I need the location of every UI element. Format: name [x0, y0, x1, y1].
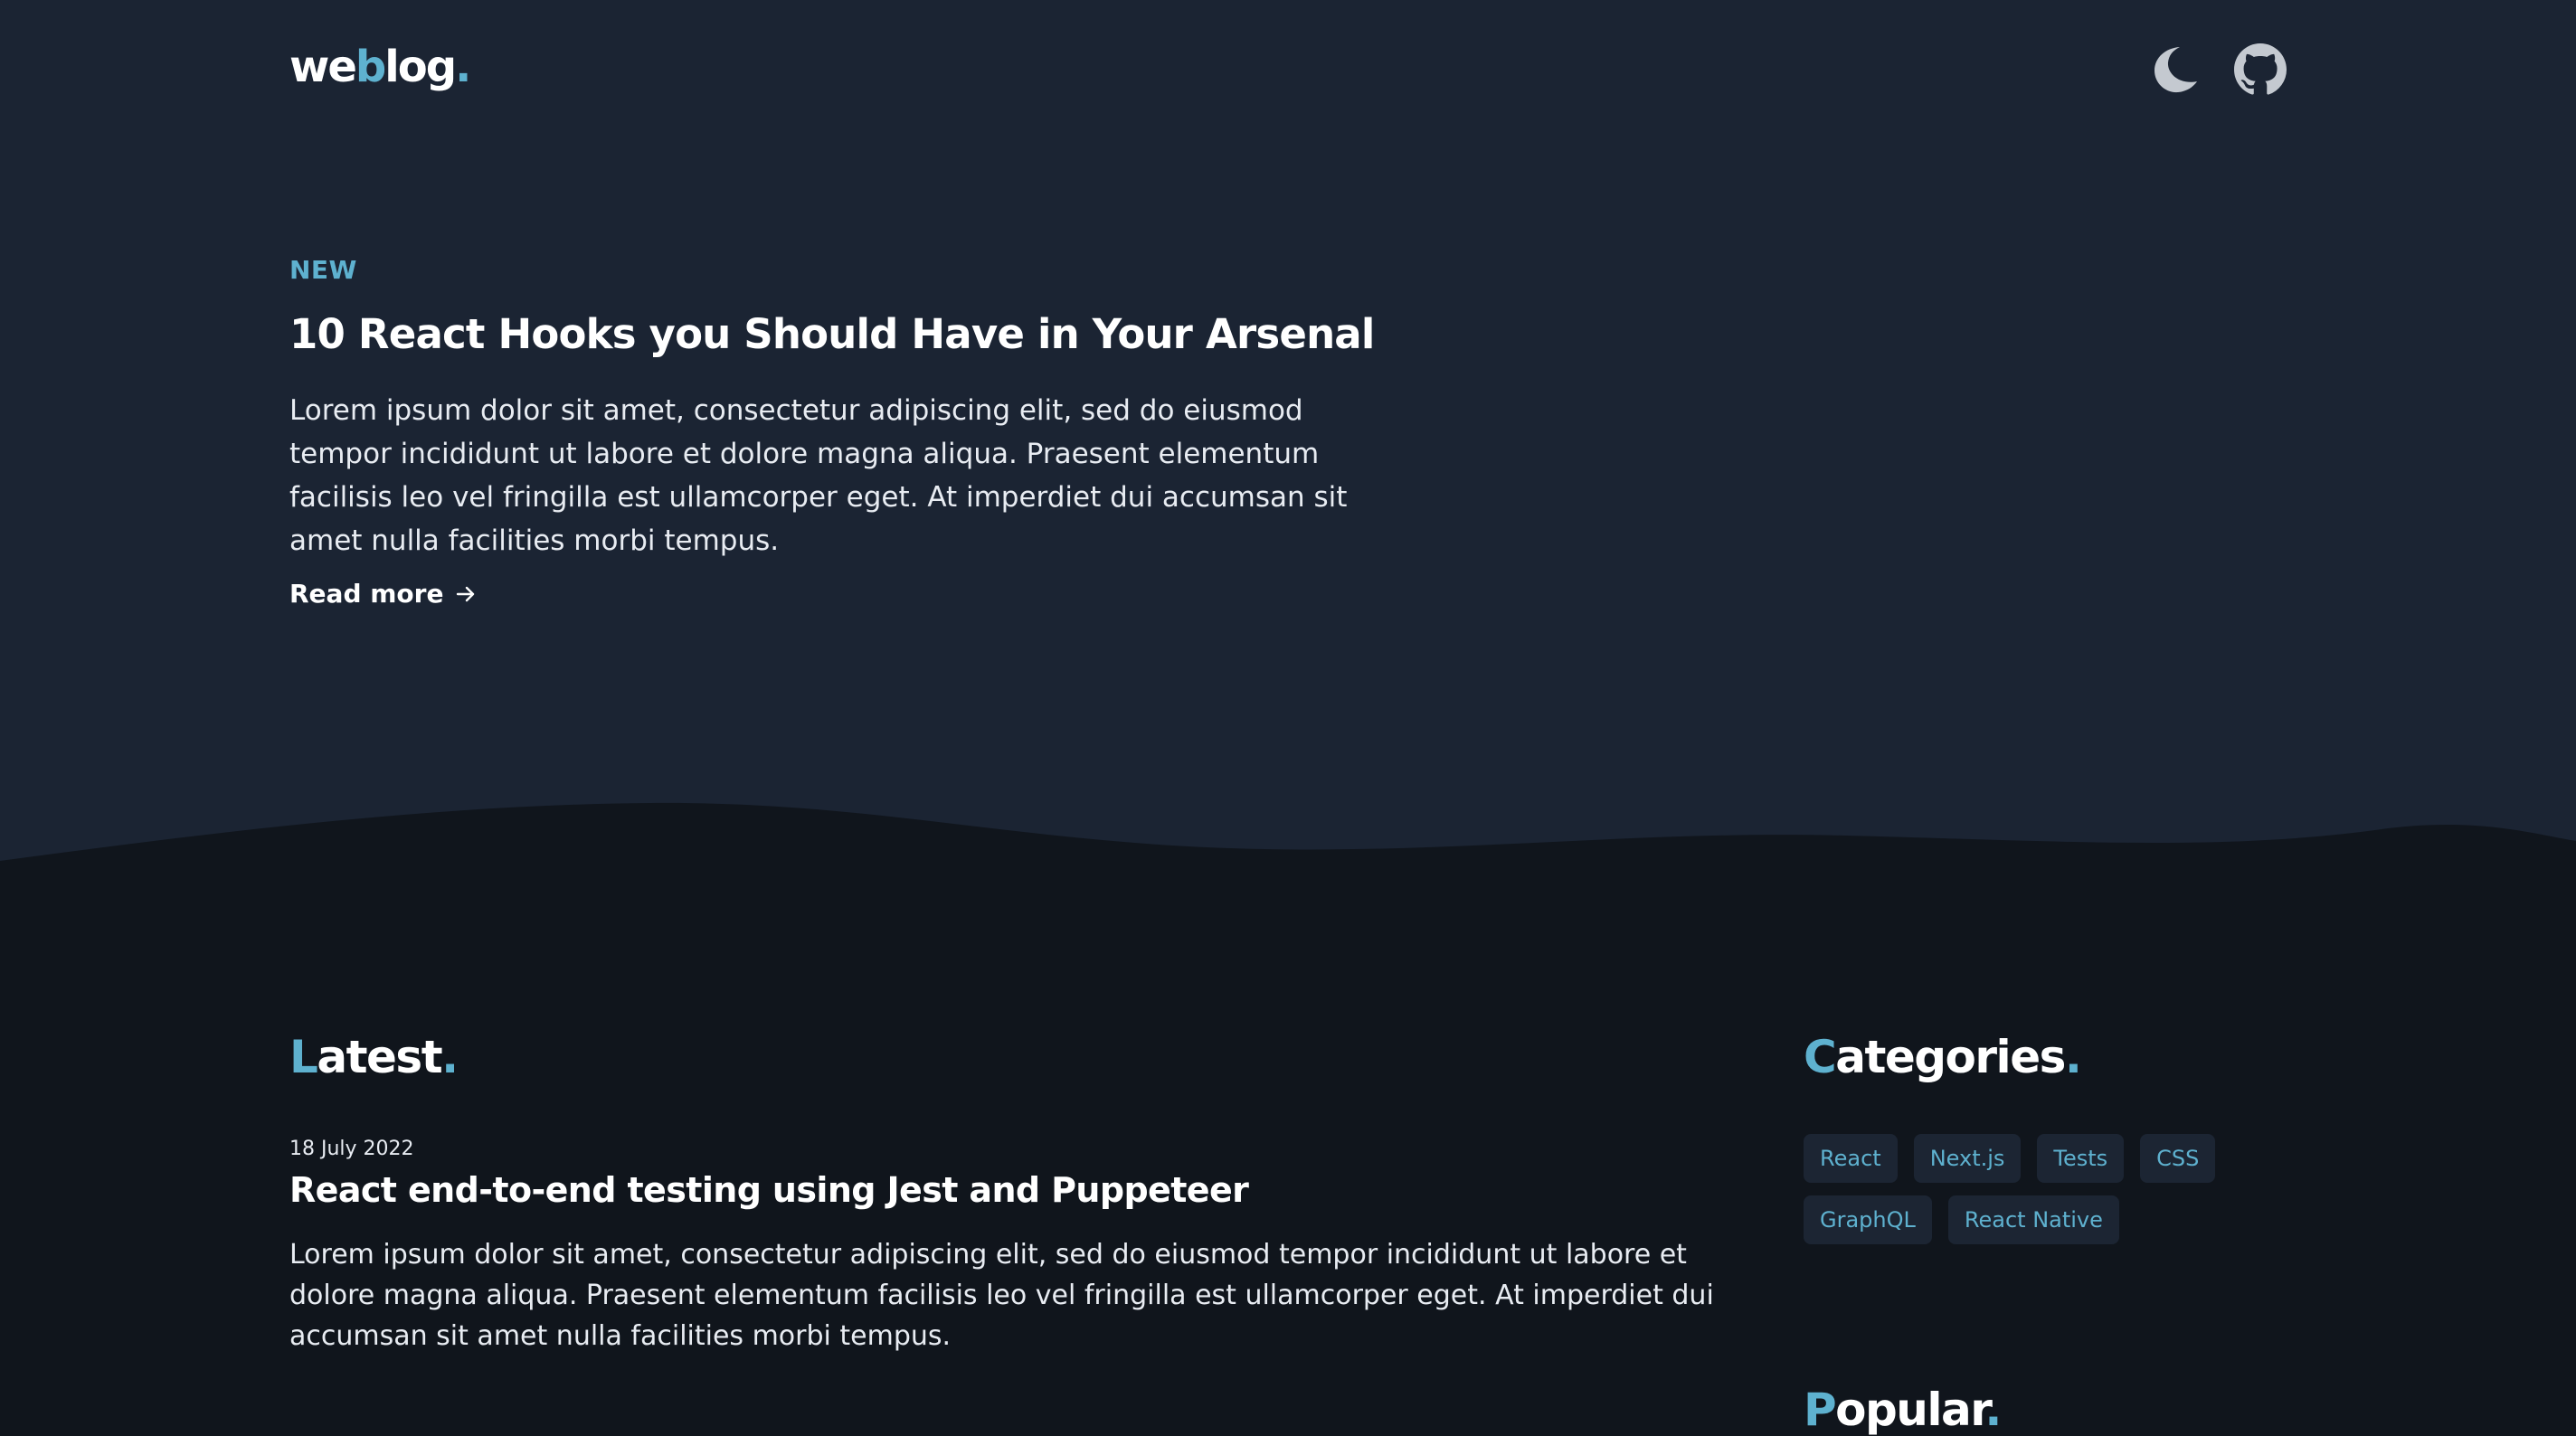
tag-react[interactable]: React [1804, 1134, 1898, 1183]
popular-heading-rest: opular [1835, 1384, 1986, 1436]
read-more-link[interactable]: Read more [289, 579, 476, 609]
post-excerpt: Lorem ipsum dolor sit amet, consectetur … [289, 1239, 1714, 1352]
github-icon [2234, 43, 2287, 95]
tag-graphql[interactable]: GraphQL [1804, 1195, 1932, 1244]
logo-text-we: we [289, 42, 357, 92]
featured-post-title[interactable]: 10 React Hooks you Should Have in Your A… [289, 307, 1420, 362]
categories-section: Categories. React Next.js Tests CSS Grap… [1804, 1031, 2292, 1244]
header-actions [2149, 43, 2287, 96]
post-date: 18 July 2022 [289, 1138, 414, 1160]
latest-heading-dot: . [441, 1031, 459, 1083]
featured-post-excerpt: Lorem ipsum dolor sit amet, consectetur … [289, 394, 1348, 557]
categories-heading-initial: C [1804, 1031, 1837, 1083]
moon-icon [2155, 47, 2197, 93]
popular-section: Popular. [1804, 1384, 2002, 1436]
theme-toggle-button[interactable] [2149, 43, 2202, 96]
categories-heading-rest: ategories [1835, 1031, 2066, 1083]
site-logo[interactable]: weblog. [289, 42, 471, 92]
latest-section: Latest. 18 July 2022 React end-to-end te… [289, 1031, 1737, 1356]
popular-heading: Popular. [1804, 1384, 2002, 1436]
category-tag-list: React Next.js Tests CSS GraphQL React Na… [1804, 1134, 2274, 1244]
logo-text-b: b [355, 42, 386, 92]
post-title[interactable]: React end-to-end testing using Jest and … [289, 1166, 1737, 1214]
popular-heading-dot: . [1984, 1384, 2002, 1436]
post-item: 18 July 2022 React end-to-end testing us… [289, 1138, 1737, 1356]
arrow-right-icon [457, 586, 475, 601]
tag-react-native[interactable]: React Native [1947, 1195, 2119, 1244]
latest-heading: Latest. [289, 1031, 1737, 1083]
tag-css[interactable]: CSS [2140, 1134, 2216, 1183]
latest-heading-rest: atest [317, 1031, 442, 1083]
popular-heading-initial: P [1804, 1384, 1837, 1436]
site-header: weblog. [289, 36, 2287, 105]
categories-heading-dot: . [2064, 1031, 2082, 1083]
logo-text-log: log [384, 42, 457, 92]
logo-dot: . [455, 42, 471, 92]
tag-nextjs[interactable]: Next.js [1913, 1134, 2022, 1183]
categories-heading: Categories. [1804, 1031, 2292, 1083]
featured-post: NEW 10 React Hooks you Should Have in Yo… [289, 255, 1420, 609]
github-link[interactable] [2234, 43, 2287, 96]
read-more-label: Read more [289, 579, 444, 609]
latest-heading-initial: L [289, 1031, 318, 1083]
new-badge: NEW [289, 255, 357, 285]
tag-tests[interactable]: Tests [2037, 1134, 2125, 1183]
wave-divider [0, 802, 2576, 886]
